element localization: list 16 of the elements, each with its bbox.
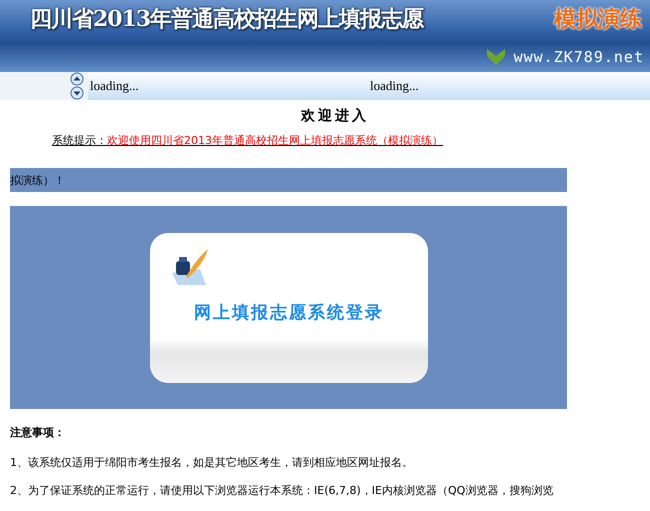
loading-text: loading...: [90, 78, 140, 94]
site-url: www.ZK789.net: [514, 48, 644, 66]
scroll-up-icon[interactable]: [70, 72, 84, 86]
loading-text: loading...: [370, 78, 420, 94]
welcome-heading: 欢迎进入: [300, 107, 370, 125]
ink-quill-icon: [170, 246, 210, 286]
notes-item: 1、该系统仅适用于绵阳市考生报名，如是其它地区考生，请到相应地区网址报名。: [10, 455, 414, 471]
chevron-logo-icon: [486, 48, 506, 66]
site-title: 四川省2013年普通高校招生网上填报志愿: [30, 5, 424, 34]
notes-item: 2、为了保证系统的正常运行，请使用以下浏览器运行本系统：IE(6,7,8)，IE内核浏览器（QQ浏览器，搜狗浏览: [10, 483, 554, 499]
marquee-text: 拟演练）！: [10, 172, 65, 188]
scroll-down-icon[interactable]: [70, 86, 84, 100]
mode-title: 模拟演练: [554, 6, 642, 34]
notice-link[interactable]: 欢迎使用四川省2013年普通高校招生网上填报志愿系统（模拟演练）: [107, 134, 443, 147]
login-button[interactable]: 网上填报志愿系统登录: [150, 232, 428, 382]
notes-heading: 注意事项：: [10, 425, 66, 440]
